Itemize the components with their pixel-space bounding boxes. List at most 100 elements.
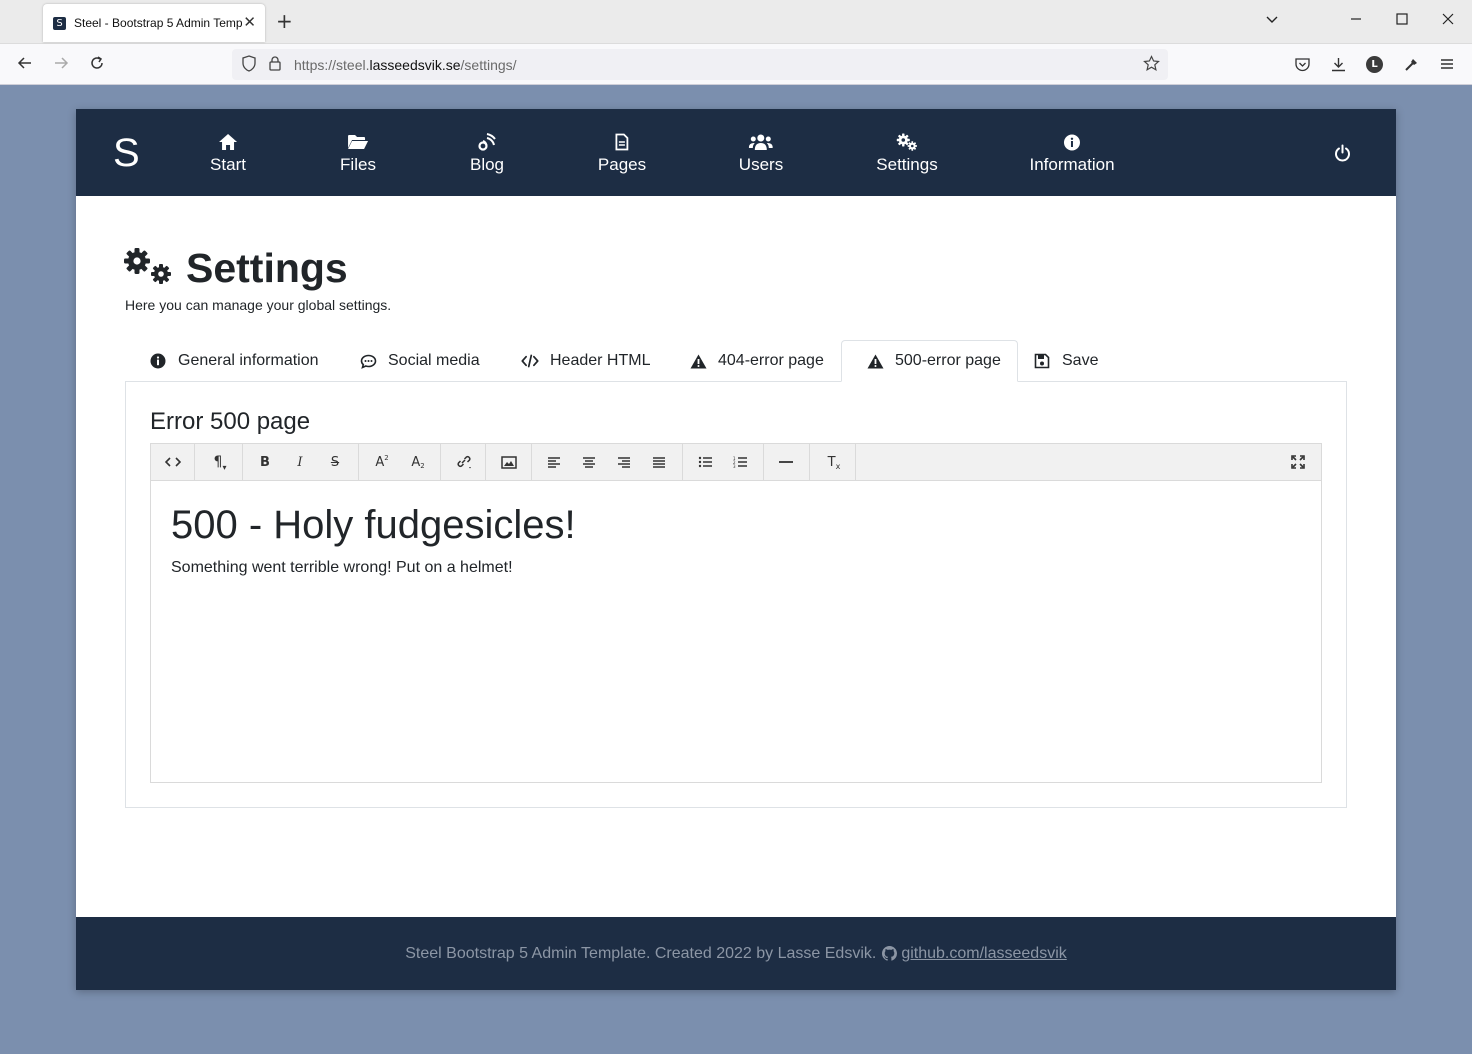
home-icon	[210, 131, 246, 153]
warning-icon	[866, 352, 884, 370]
nav-item-settings[interactable]: Settings	[876, 131, 938, 175]
align-right-icon[interactable]	[607, 444, 641, 480]
toolbar-separator	[531, 444, 532, 480]
tab-header-html[interactable]: Header HTML	[497, 340, 666, 382]
url-path: /settings/	[460, 57, 517, 73]
strikethrough-icon[interactable]: S	[318, 444, 352, 480]
settings-tabs: General information Social media Header …	[125, 340, 1347, 382]
profile-letter: L	[1366, 56, 1383, 73]
nav-item-start[interactable]: Start	[210, 131, 246, 175]
clear-format-icon[interactable]: Tx	[817, 444, 851, 480]
align-left-icon[interactable]	[537, 444, 571, 480]
ordered-list-icon[interactable]: 123	[723, 444, 757, 480]
comment-icon	[359, 352, 377, 370]
power-icon[interactable]	[1334, 144, 1351, 167]
cogs-icon	[124, 246, 174, 291]
minimize-icon[interactable]	[1349, 12, 1363, 31]
svg-text:3: 3	[733, 464, 736, 468]
tab-label: Social media	[388, 352, 480, 369]
nav-label: Information	[1029, 155, 1115, 174]
nav-item-blog[interactable]: Blog	[470, 131, 504, 175]
nav-label: Users	[738, 155, 784, 174]
nav-item-files[interactable]: Files	[340, 131, 376, 175]
editor-heading: 500 - Holy fudgesicles!	[171, 503, 576, 547]
link-icon[interactable]	[447, 444, 481, 480]
toolbar-separator	[194, 444, 195, 480]
browser-navbar: https://steel.lasseedsvik.se/settings/ L	[0, 44, 1472, 85]
italic-icon[interactable]: I	[283, 444, 317, 480]
url-text[interactable]: https://steel.lasseedsvik.se/settings/	[294, 57, 517, 73]
rich-text-editor: ¶ ▾ B I S A2 A2 1 2 3 T x 500 - Holy fud…	[150, 443, 1322, 783]
align-justify-icon[interactable]	[642, 444, 676, 480]
toolbar-separator	[682, 444, 683, 480]
paragraph-icon[interactable]: ¶ ▾	[203, 444, 237, 480]
superscript-icon[interactable]: A2	[365, 444, 399, 480]
info-circle-icon	[149, 352, 167, 370]
editor-content-area[interactable]: 500 - Holy fudgesicles! Something went t…	[151, 481, 1321, 782]
tab-panel: Error 500 page ¶ ▾ B I S A2 A2 1 2 3 T x…	[125, 381, 1347, 808]
url-prefix: https://steel.	[294, 57, 370, 73]
toolbar-separator	[358, 444, 359, 480]
lock-icon[interactable]	[268, 55, 282, 76]
nav-item-pages[interactable]: Pages	[598, 131, 646, 175]
downloads-icon[interactable]	[1330, 56, 1347, 77]
tab-500-error-page[interactable]: 500-error page	[841, 340, 1018, 382]
nav-label: Pages	[597, 155, 647, 174]
code-view-icon[interactable]	[156, 444, 190, 480]
account-avatar[interactable]: L	[1366, 56, 1383, 73]
tab-label: Header HTML	[550, 352, 651, 369]
tab-save[interactable]: Save	[1009, 340, 1114, 382]
pocket-icon[interactable]	[1294, 56, 1311, 77]
users-icon	[739, 131, 783, 153]
bold-icon[interactable]: B	[248, 444, 282, 480]
tab-title: Steel - Bootstrap 5 Admin Temp	[74, 16, 242, 30]
forward-icon[interactable]	[52, 54, 70, 77]
fullscreen-icon[interactable]	[1281, 444, 1315, 480]
back-icon[interactable]	[16, 54, 34, 77]
toolbar-separator	[809, 444, 810, 480]
tab-label: General information	[178, 352, 319, 369]
info-circle-icon	[1029, 131, 1114, 153]
save-icon	[1033, 352, 1051, 370]
github-link[interactable]: github.com/lasseedsvik	[901, 945, 1066, 963]
tab-favicon: S	[53, 16, 66, 30]
reload-icon[interactable]	[88, 54, 106, 77]
nav-item-information[interactable]: Information	[1029, 131, 1115, 175]
footer-text: Steel Bootstrap 5 Admin Template. Create…	[405, 944, 877, 962]
url-bar[interactable]: https://steel.lasseedsvik.se/settings/	[232, 49, 1168, 80]
tab-label: 500-error page	[895, 352, 1001, 369]
nav-item-users[interactable]: Users	[739, 131, 783, 175]
panel-title: Error 500 page	[150, 408, 311, 435]
browser-tab[interactable]: S Steel - Bootstrap 5 Admin Temp ✕	[43, 4, 265, 42]
toolbar-separator	[855, 444, 856, 480]
brand-logo[interactable]: S	[113, 131, 140, 175]
menu-icon[interactable]	[1439, 56, 1455, 76]
nav-label: Files	[340, 155, 376, 174]
tab-label: Save	[1062, 352, 1099, 369]
tab-list-chevron-icon[interactable]	[1265, 12, 1279, 31]
bookmark-star-icon[interactable]	[1143, 55, 1160, 76]
browser-titlebar: S Steel - Bootstrap 5 Admin Temp ✕ +	[0, 0, 1472, 44]
image-icon[interactable]	[492, 444, 526, 480]
page-title: Settings	[186, 245, 348, 291]
unordered-list-icon[interactable]	[688, 444, 722, 480]
maximize-icon[interactable]	[1395, 12, 1409, 31]
tab-social-media[interactable]: Social media	[335, 340, 496, 382]
warning-icon	[689, 352, 707, 370]
tab-404-error-page[interactable]: 404-error page	[665, 340, 840, 382]
horizontal-rule-icon[interactable]	[769, 444, 803, 480]
tab-close-icon[interactable]: ✕	[243, 14, 256, 30]
align-center-icon[interactable]	[572, 444, 606, 480]
page-description: Here you can manage your global settings…	[125, 297, 392, 313]
file-icon	[598, 131, 646, 153]
nav-label: Blog	[469, 155, 505, 174]
subscript-icon[interactable]: A2	[401, 444, 435, 480]
close-window-icon[interactable]	[1441, 12, 1455, 31]
url-domain: lasseedsvik.se	[369, 57, 461, 73]
new-tab-icon[interactable]: +	[276, 10, 293, 32]
github-icon	[882, 946, 898, 961]
shield-icon[interactable]	[241, 55, 257, 76]
admin-app: S Start Files Blog Pages Users Settings …	[76, 109, 1396, 990]
tab-general-information[interactable]: General information	[125, 340, 335, 382]
extension-icon[interactable]	[1403, 56, 1420, 77]
